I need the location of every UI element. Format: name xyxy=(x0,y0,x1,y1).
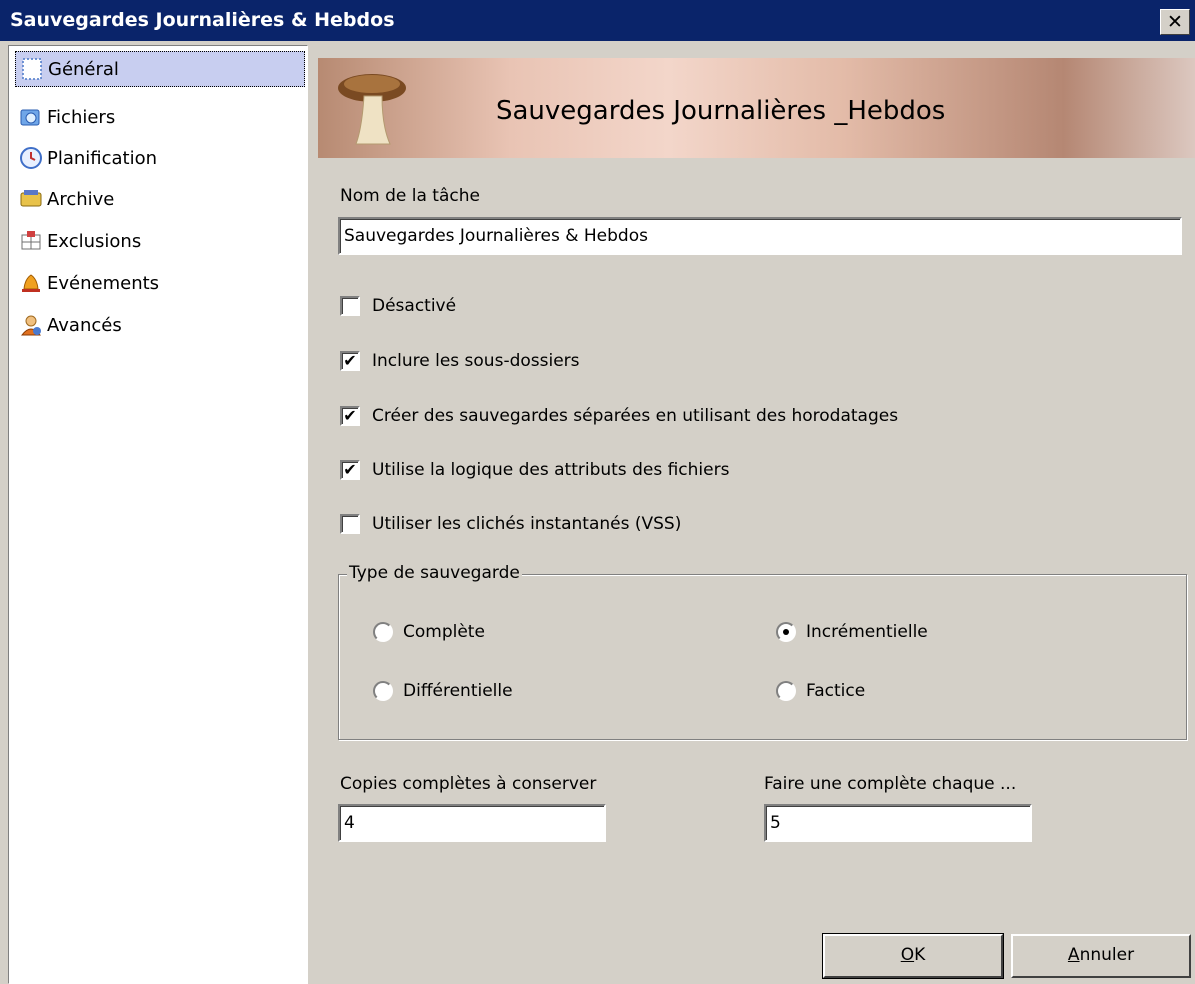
radio-differential[interactable]: Différentielle xyxy=(373,681,513,701)
sidebar-nav: Général Fichiers Planification Archive E… xyxy=(8,45,308,984)
radio-dummy[interactable]: Factice xyxy=(776,681,865,701)
radio-dot xyxy=(776,681,796,701)
title-bar: Sauvegardes Journalières & Hebdos ✕ xyxy=(0,0,1195,41)
ok-label: K xyxy=(914,945,926,965)
sidebar-item-general[interactable]: Général xyxy=(15,51,305,87)
checkbox-label: Inclure les sous-dossiers xyxy=(372,351,580,371)
sidebar-item-label: Exclusions xyxy=(47,230,142,252)
radio-dot xyxy=(373,681,393,701)
task-name-label: Nom de la tâche xyxy=(340,186,480,206)
user-settings-icon xyxy=(19,313,43,337)
sidebar-item-planning[interactable]: Planification xyxy=(15,140,305,176)
radio-incremental[interactable]: Incrémentielle xyxy=(776,622,928,642)
checkbox-box xyxy=(340,514,360,534)
checkbox-label: Utiliser les clichés instantanés (VSS) xyxy=(372,514,682,534)
copies-label: Copies complètes à conserver xyxy=(340,774,597,794)
window-title: Sauvegardes Journalières & Hebdos xyxy=(10,9,395,31)
archive-icon xyxy=(19,187,43,211)
cancel-label: nnuler xyxy=(1079,945,1135,965)
radio-label: Complète xyxy=(403,622,485,642)
include-subfolders-checkbox[interactable]: ✔ Inclure les sous-dossiers xyxy=(340,351,580,371)
radio-dot xyxy=(373,622,393,642)
checkbox-label: Utilise la logique des attributs des fic… xyxy=(372,460,730,480)
ok-button[interactable]: OK xyxy=(822,933,1004,979)
sidebar-item-label: Général xyxy=(48,58,119,80)
radio-label: Incrémentielle xyxy=(806,622,928,642)
general-icon xyxy=(20,57,44,81)
clock-icon xyxy=(19,146,43,170)
sidebar-item-archive[interactable]: Archive xyxy=(15,181,305,217)
cancel-mnemonic: A xyxy=(1067,945,1080,965)
radio-label: Factice xyxy=(806,681,866,701)
full-every-input[interactable]: 5 xyxy=(764,804,1032,842)
radio-dot xyxy=(776,622,796,642)
ok-mnemonic: O xyxy=(900,945,915,965)
sidebar-item-files[interactable]: Fichiers xyxy=(15,99,305,135)
exclusions-icon xyxy=(19,229,43,253)
cancel-button[interactable]: Annuler xyxy=(1011,934,1191,978)
sidebar-item-label: Archive xyxy=(47,188,115,210)
checkbox-label: Créer des sauvegardes séparées en utilis… xyxy=(372,406,899,426)
group-legend: Type de sauvegarde xyxy=(347,563,522,583)
sidebar-item-exclusions[interactable]: Exclusions xyxy=(15,223,305,259)
radio-label: Différentielle xyxy=(403,681,513,701)
sidebar-item-label: Avancés xyxy=(47,314,122,336)
sidebar-item-label: Fichiers xyxy=(47,106,116,128)
bell-icon xyxy=(19,271,43,295)
sidebar-item-label: Evénements xyxy=(47,272,160,294)
radio-full[interactable]: Complète xyxy=(373,622,485,642)
disabled-checkbox[interactable]: Désactivé xyxy=(340,296,456,316)
backup-type-group: Type de sauvegarde xyxy=(338,563,1187,740)
checkbox-box: ✔ xyxy=(340,460,360,480)
task-name-input[interactable]: Sauvegardes Journalières & Hebdos xyxy=(338,217,1182,255)
sidebar-item-label: Planification xyxy=(47,147,158,169)
full-every-label: Faire une complète chaque ... xyxy=(764,774,1017,794)
close-icon: ✕ xyxy=(1167,11,1183,33)
checkbox-box: ✔ xyxy=(340,406,360,426)
copies-input[interactable]: 4 xyxy=(338,804,606,842)
file-attributes-checkbox[interactable]: ✔ Utilise la logique des attributs des f… xyxy=(340,460,729,480)
checkbox-box xyxy=(340,296,360,316)
sidebar-item-events[interactable]: Evénements xyxy=(15,265,305,301)
files-icon xyxy=(19,105,43,129)
banner-title: Sauvegardes Journalières _Hebdos xyxy=(496,96,946,126)
checkbox-label: Désactivé xyxy=(372,296,457,316)
vss-checkbox[interactable]: Utiliser les clichés instantanés (VSS) xyxy=(340,514,681,534)
header-banner: Sauvegardes Journalières _Hebdos xyxy=(318,58,1195,158)
mushroom-icon xyxy=(332,66,412,155)
timestamp-backups-checkbox[interactable]: ✔ Créer des sauvegardes séparées en util… xyxy=(340,406,898,426)
checkbox-box: ✔ xyxy=(340,351,360,371)
close-button[interactable]: ✕ xyxy=(1160,9,1190,35)
sidebar-item-advanced[interactable]: Avancés xyxy=(15,307,305,343)
